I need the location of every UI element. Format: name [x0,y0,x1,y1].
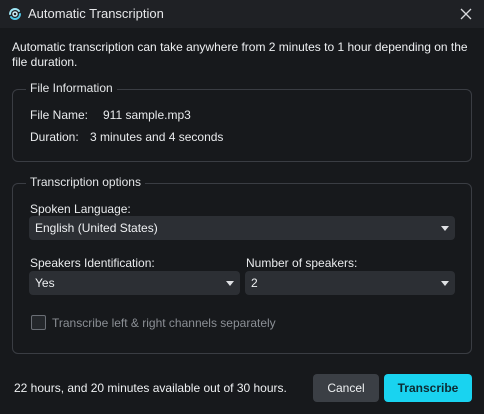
window-title: Automatic Transcription [28,6,164,21]
number-of-speakers-label: Number of speakers: [246,256,358,270]
file-information-group [12,89,472,162]
spoken-language-value: English (United States) [35,221,158,235]
swirl-icon [6,5,24,23]
number-of-speakers-select[interactable]: 2 [245,271,455,295]
title-bar: Automatic Transcription [0,0,484,28]
transcribe-button[interactable]: Transcribe [384,374,472,402]
file-name-label: File Name: [30,108,89,122]
number-of-speakers-value: 2 [251,276,258,290]
speakers-identification-label: Speakers Identification: [30,256,155,270]
channels-checkbox-label: Transcribe left & right channels separat… [52,316,276,330]
chevron-down-icon [226,281,234,286]
file-information-legend: File Information [26,81,117,95]
file-name-value: 911 sample.mp3 [103,108,191,122]
spoken-language-select[interactable]: English (United States) [29,216,455,240]
speakers-identification-value: Yes [35,276,55,290]
intro-text: Automatic transcription can take anywher… [12,40,468,69]
close-button[interactable] [448,0,484,28]
close-icon [460,8,472,20]
channels-checkbox[interactable] [31,315,46,330]
speakers-identification-select[interactable]: Yes [29,271,240,295]
transcription-options-legend: Transcription options [26,175,145,189]
duration-label: Duration: [30,130,79,144]
duration-value: 3 minutes and 4 seconds [90,130,224,144]
chevron-down-icon [441,226,449,231]
chevron-down-icon [441,281,449,286]
spoken-language-label: Spoken Language: [30,202,131,216]
cancel-button[interactable]: Cancel [313,374,379,402]
availability-text: 22 hours, and 20 minutes available out o… [14,381,287,395]
